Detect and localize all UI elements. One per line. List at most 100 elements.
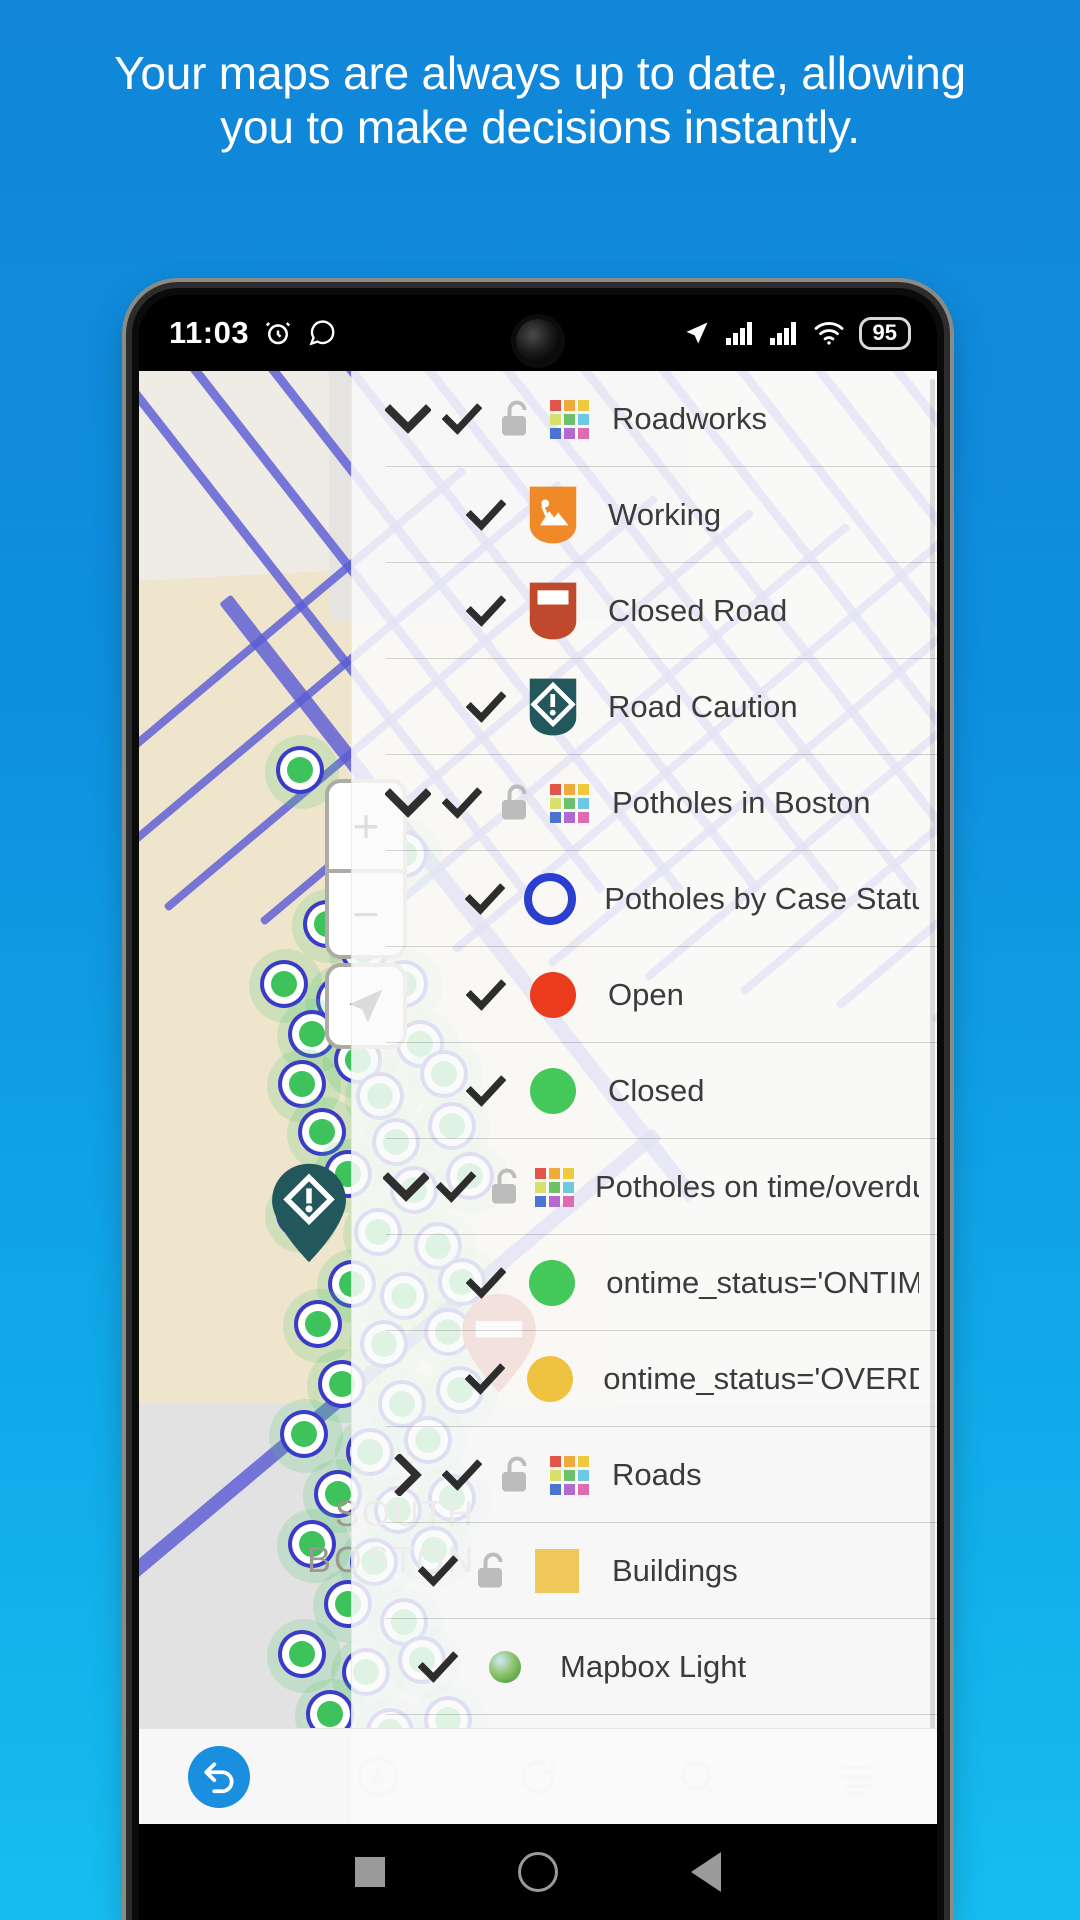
layer-visibility-checkbox[interactable] [436, 1459, 488, 1491]
layer-row[interactable]: Potholes on time/overdue [352, 1139, 937, 1235]
layer-label: ontime_status='ONTIM [606, 1265, 919, 1300]
unlock-icon[interactable] [488, 1454, 540, 1496]
road-caution-map-pin[interactable] [267, 1161, 351, 1265]
layer-label: Potholes by Case Statu [604, 881, 919, 916]
yellow-dot-icon [510, 1356, 589, 1402]
layer-label: Working [608, 497, 722, 532]
map-marker-dot[interactable] [289, 1641, 315, 1667]
layer-label: Potholes in Boston [612, 785, 871, 820]
map-marker-dot[interactable] [289, 1071, 315, 1097]
layer-visibility-checkbox[interactable] [412, 1651, 464, 1683]
row-separator [386, 1714, 937, 1715]
layer-row[interactable]: Potholes by Case Statu [352, 851, 937, 947]
unlock-icon[interactable] [488, 398, 540, 440]
multi-color-swatch-icon [528, 1167, 581, 1207]
signal-2-icon [769, 320, 799, 346]
signal-1-icon [725, 320, 755, 346]
green-dot-icon [511, 1260, 592, 1306]
layer-label: Roadworks [612, 401, 768, 436]
road-caution-pin-icon [512, 676, 594, 738]
layer-row[interactable]: Potholes in Boston [352, 755, 937, 851]
green-dot-icon [512, 1068, 594, 1114]
panel-scrollbar[interactable] [930, 379, 935, 1816]
map-marker-dot[interactable] [291, 1421, 317, 1447]
recents-button[interactable] [355, 1857, 386, 1887]
layer-label: ontime_status='OVERD [603, 1361, 919, 1396]
layer-row[interactable]: Mapbox Light [352, 1619, 937, 1715]
layer-visibility-checkbox[interactable] [436, 787, 488, 819]
layer-row[interactable]: Closed Road [352, 563, 937, 659]
layer-visibility-checkbox[interactable] [460, 883, 511, 915]
layer-visibility-checkbox[interactable] [436, 403, 488, 435]
wifi-icon [813, 320, 845, 346]
status-time: 11:03 [169, 315, 250, 350]
layer-row[interactable]: Roadworks [352, 371, 937, 467]
layer-row[interactable]: Closed [352, 1043, 937, 1139]
layer-visibility-checkbox[interactable] [460, 1267, 511, 1299]
layer-label: Closed [608, 1073, 705, 1108]
layer-label: Open [608, 977, 684, 1012]
layer-row[interactable]: Roads [352, 1427, 937, 1523]
layer-visibility-checkbox[interactable] [460, 1075, 512, 1107]
front-camera-icon [516, 319, 560, 363]
map-marker-dot[interactable] [305, 1311, 331, 1337]
map-marker-dot[interactable] [317, 1701, 343, 1727]
page-title: Your maps are always up to date, allowin… [114, 47, 966, 154]
layer-row[interactable]: Working [352, 467, 937, 563]
toolbar-back-button[interactable] [139, 1745, 299, 1808]
battery-badge: 95 [858, 316, 911, 350]
map-marker-dot[interactable] [271, 971, 297, 997]
globe-icon [464, 1651, 546, 1683]
phone-mockup: 11:03 95 Roadworks Working Closed Road R… [132, 288, 944, 1920]
working-pin-icon [512, 484, 594, 546]
multi-color-swatch-icon [540, 1455, 598, 1495]
layer-label: Roads [612, 1457, 702, 1492]
layer-label: Road Caution [608, 689, 798, 724]
bottom-toolbar[interactable] [139, 1728, 937, 1824]
status-bar-left: 11:03 [169, 315, 337, 351]
layer-label: Potholes on time/overdue [594, 1169, 920, 1204]
alarm-icon [263, 318, 293, 348]
layer-row[interactable]: Open [352, 947, 937, 1043]
map-marker-dot[interactable] [287, 757, 313, 783]
layer-row[interactable]: Road Caution [352, 659, 937, 755]
layer-row[interactable]: Buildings [352, 1523, 937, 1619]
unlock-icon[interactable] [480, 1166, 528, 1208]
layer-visibility-checkbox[interactable] [460, 691, 512, 723]
layer-visibility-checkbox[interactable] [412, 1555, 464, 1587]
whatsapp-icon [307, 318, 337, 348]
home-button[interactable] [517, 1852, 558, 1892]
app-content: SOUTH BOSTON Old Harbor Reservation Blvd… [139, 371, 937, 1824]
toolbar-panel-overlay [351, 1729, 937, 1824]
layer-label: Buildings [612, 1553, 738, 1588]
layer-visibility-checkbox[interactable] [460, 499, 512, 531]
chevron-down-icon[interactable] [380, 404, 436, 434]
layer-visibility-checkbox[interactable] [432, 1171, 480, 1203]
back-icon[interactable] [187, 1745, 250, 1808]
multi-color-swatch-icon [540, 783, 598, 823]
yellow-square-icon [516, 1549, 598, 1593]
chevron-down-icon[interactable] [380, 788, 436, 818]
map-marker-dot[interactable] [309, 1119, 335, 1145]
layer-visibility-checkbox[interactable] [460, 979, 512, 1011]
map-marker-dot[interactable] [299, 1021, 325, 1047]
back-button[interactable] [690, 1852, 721, 1892]
unlock-icon[interactable] [464, 1550, 516, 1592]
layer-rows: Roadworks Working Closed Road Road Caution P… [352, 371, 937, 1715]
red-dot-icon [512, 972, 594, 1018]
layer-label: Closed Road [608, 593, 788, 628]
chevron-down-icon[interactable] [380, 1172, 432, 1202]
layer-row[interactable]: ontime_status='OVERD [352, 1331, 937, 1427]
layer-visibility-checkbox[interactable] [460, 595, 512, 627]
unlock-icon[interactable] [488, 782, 540, 824]
layer-label: Mapbox Light [560, 1649, 747, 1684]
android-navigation-bar[interactable] [139, 1824, 937, 1920]
layer-visibility-checkbox[interactable] [460, 1363, 510, 1395]
phone-screen: 11:03 95 Roadworks Working Closed Road R… [139, 295, 937, 1920]
location-arrow-icon [683, 319, 711, 347]
chevron-right-icon[interactable] [380, 1454, 436, 1496]
multi-color-swatch-icon [540, 399, 598, 439]
status-bar-right: 95 [683, 316, 911, 350]
layer-list-panel[interactable]: Roadworks Working Closed Road Road Caution P… [351, 371, 937, 1824]
layer-row[interactable]: ontime_status='ONTIM [352, 1235, 937, 1331]
